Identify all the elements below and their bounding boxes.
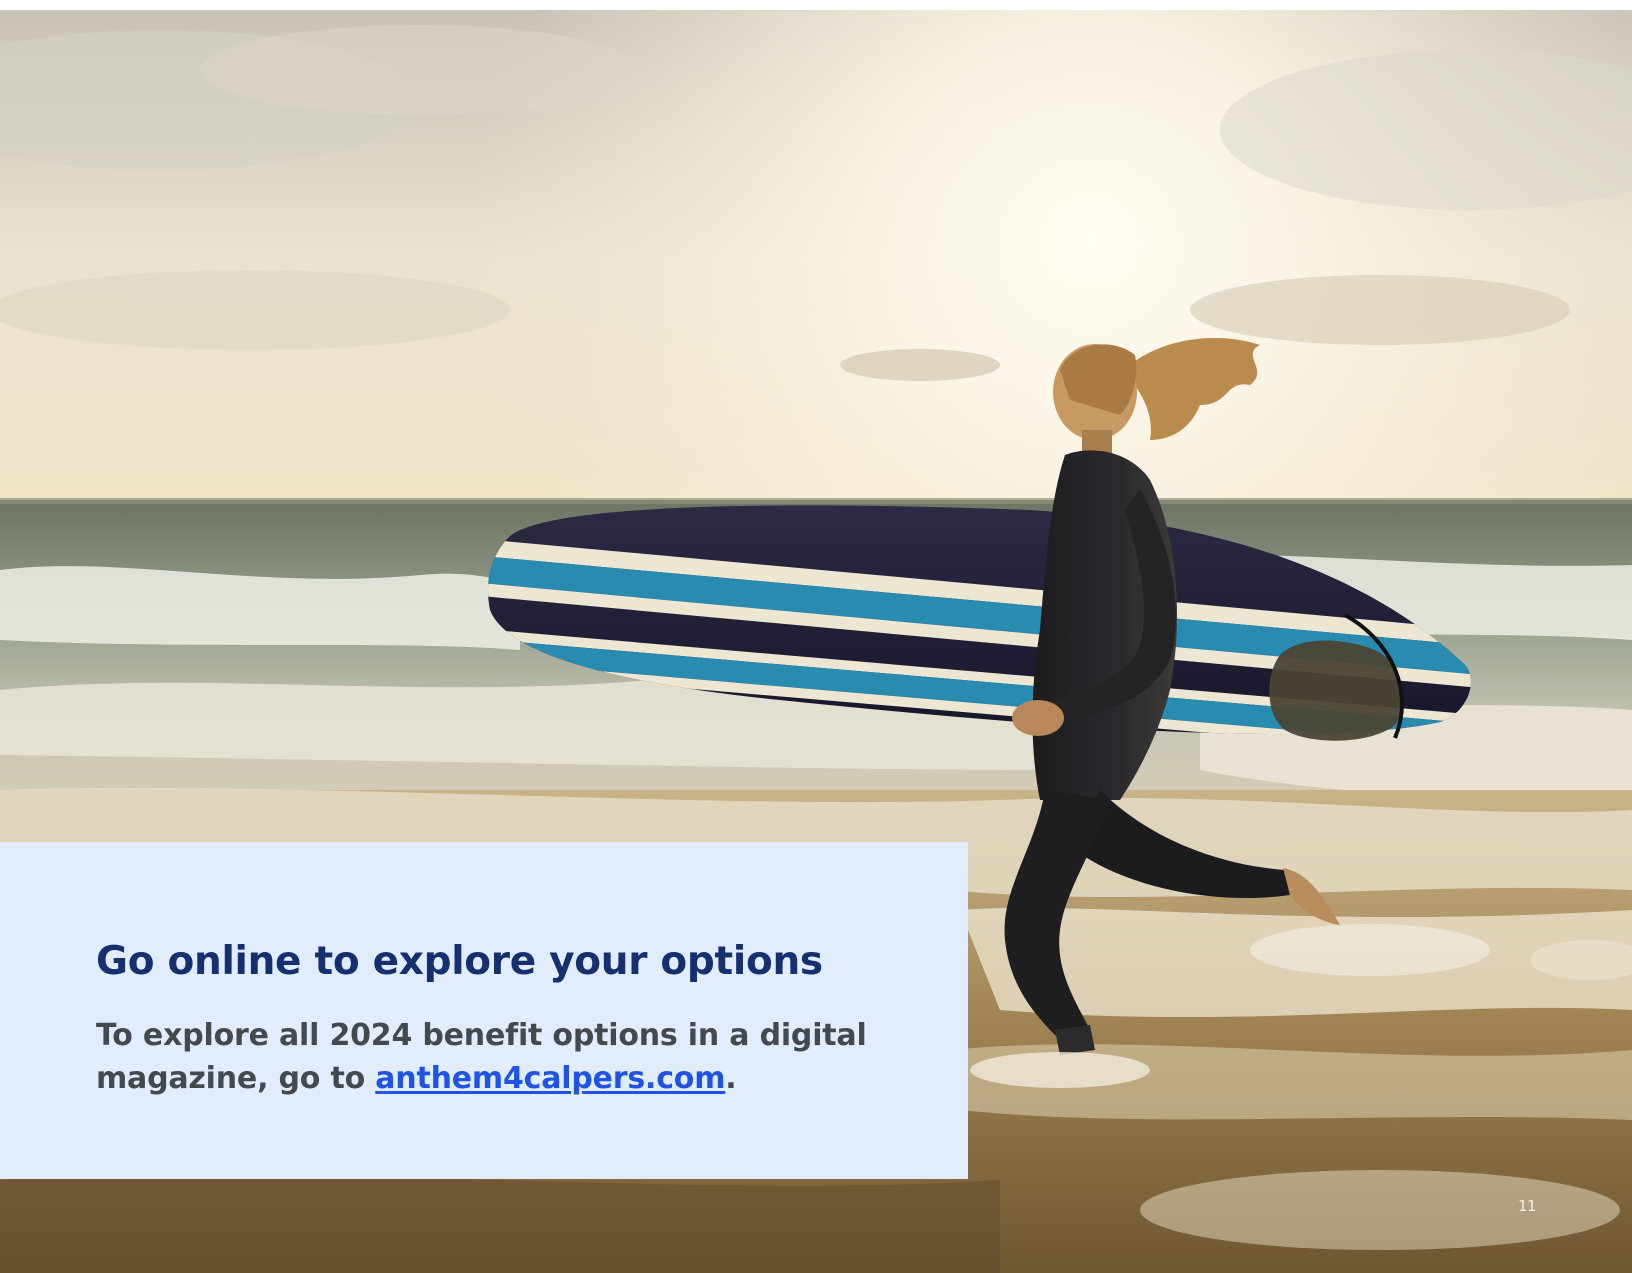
anthem-calpers-link[interactable]: anthem4calpers.com (375, 1061, 725, 1096)
page-number: 11 (1518, 1197, 1537, 1215)
callout-body-text: To explore all 2024 benefit options in a… (96, 1014, 916, 1100)
online-options-callout: Go online to explore your options To exp… (0, 842, 968, 1179)
callout-body-end: . (725, 1061, 737, 1096)
brochure-page: Go online to explore your options To exp… (0, 10, 1632, 1273)
callout-heading: Go online to explore your options (96, 939, 823, 984)
